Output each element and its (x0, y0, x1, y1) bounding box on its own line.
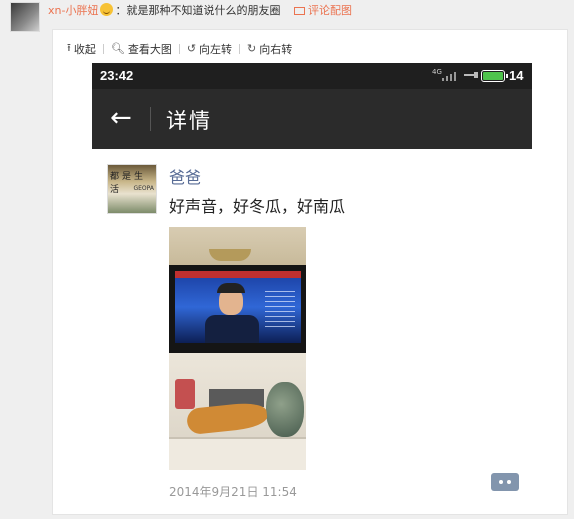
signal-icon (442, 71, 456, 81)
post-text: ：就是那种不知道说什么的朋友圈 (115, 4, 281, 17)
dot-icon (499, 480, 503, 484)
photo-tv-screen (175, 271, 301, 343)
photo-tv-text (265, 291, 295, 331)
photo-shelf (169, 437, 306, 470)
photo-singer-hair (217, 283, 245, 293)
rotate-left-label: 向左转 (199, 42, 233, 56)
status-time: 23:42 (100, 68, 134, 83)
back-arrow-icon[interactable]: ← (110, 104, 132, 132)
image-toolbar: ⭱ 收起 🔍︎ 查看大图 ↺ 向左转 ↻ 向右转 (67, 39, 292, 58)
avatar-subtext: GEOPA (133, 185, 154, 192)
network-type: 4G (432, 68, 442, 76)
battery-fill (483, 72, 503, 80)
comment-image-label: 评论配图 (307, 4, 352, 17)
rotate-right-label: 向右转 (259, 42, 293, 56)
photo-bowl (209, 249, 251, 261)
toolbar-divider (102, 43, 104, 54)
toolbar-divider (178, 43, 180, 54)
title-divider (150, 107, 151, 131)
view-large-button[interactable]: 🔍︎ 查看大图 (111, 41, 172, 57)
moment-timestamp: 2014年9月21日 11:54 (169, 485, 297, 499)
moment-photo[interactable] (169, 227, 306, 470)
battery-level: 14 (509, 68, 524, 83)
collapse-label: 收起 (73, 42, 96, 56)
photo-winter-melon (266, 382, 304, 437)
image-viewer-card: ⭱ 收起 🔍︎ 查看大图 ↺ 向左转 ↻ 向右转 23:42 4G 14 ← 详情 都是… (52, 29, 568, 515)
dot-icon (507, 480, 511, 484)
photo-red-object (175, 379, 195, 409)
author-name[interactable]: 爸爸 (169, 164, 201, 188)
screenshot-image[interactable]: 23:42 4G 14 ← 详情 都是生活 GEOPA 爸爸 好声音，好冬瓜，好… (92, 63, 532, 507)
photo-tv-banner (175, 271, 301, 278)
photo-wall (169, 227, 306, 267)
arrow-up-icon: ⭱ (67, 41, 71, 54)
battery-icon (481, 70, 508, 82)
page-title: 详情 (166, 109, 212, 133)
phone-status-bar: 23:42 4G 14 (92, 63, 532, 89)
magnifier-icon: 🔍︎ (110, 42, 125, 55)
rotate-left-icon: ↺ (186, 42, 197, 55)
post-username[interactable]: xn-小胖妞 (48, 4, 98, 17)
moment-message: 好声音，好冬瓜，好南瓜 (169, 197, 346, 216)
comment-image-link[interactable]: 评论配图 (293, 4, 352, 17)
phone-title-bar: ← 详情 (92, 89, 532, 149)
photo-singer-body (205, 315, 259, 343)
toolbar-divider (239, 43, 241, 54)
comment-button[interactable] (491, 473, 519, 491)
usb-icon (464, 72, 478, 78)
post-line: xn-小胖妞 ：就是那种不知道说什么的朋友圈 评论配图 (48, 3, 352, 18)
post-avatar[interactable] (10, 2, 40, 32)
smile-emoji-icon (100, 3, 114, 16)
collapse-button[interactable]: ⭱ 收起 (67, 39, 96, 58)
rotate-right-button[interactable]: ↻ 向右转 (247, 41, 292, 57)
picture-icon (293, 7, 305, 15)
author-avatar[interactable]: 都是生活 GEOPA (107, 164, 157, 214)
view-large-label: 查看大图 (127, 42, 172, 56)
rotate-left-button[interactable]: ↺ 向左转 (187, 41, 232, 57)
rotate-right-icon: ↻ (247, 42, 257, 55)
